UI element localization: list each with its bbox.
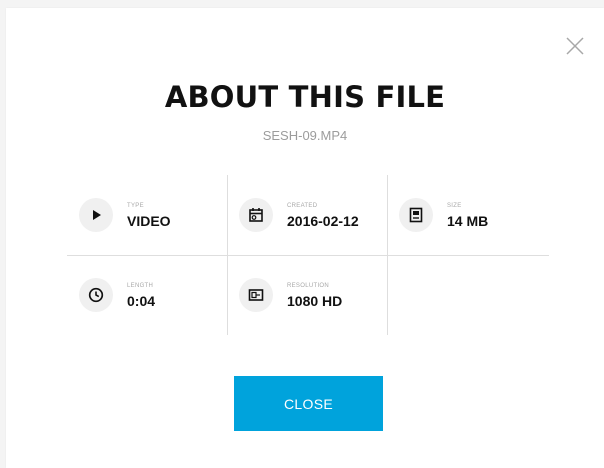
detail-value: 14 MB [447, 212, 489, 229]
file-details-grid: TYPE VIDEO CREATED 2016-02-12 SIZE 14 MB… [67, 175, 549, 335]
detail-value: VIDEO [127, 212, 171, 229]
detail-created: CREATED 2016-02-12 [227, 175, 387, 255]
detail-value: 1080 HD [287, 292, 343, 309]
storage-icon [399, 198, 433, 232]
dialog-title: ABOUT THIS FILE [164, 80, 446, 114]
detail-type: TYPE VIDEO [67, 175, 227, 255]
detail-value: 2016-02-12 [287, 212, 359, 229]
detail-label: CREATED [287, 202, 318, 209]
close-icon[interactable] [562, 33, 588, 59]
detail-size: SIZE 14 MB [387, 175, 547, 255]
detail-label: SIZE [447, 202, 462, 209]
clock-icon [79, 278, 113, 312]
calendar-icon [239, 198, 273, 232]
detail-resolution: RESOLUTION 1080 HD [227, 255, 387, 335]
close-button[interactable]: CLOSE [234, 376, 383, 431]
file-info-dialog: ABOUT THIS FILE SESH-09.MP4 TYPE VIDEO C… [6, 8, 604, 468]
detail-label: RESOLUTION [287, 282, 330, 289]
detail-label: TYPE [127, 202, 144, 209]
detail-value: 0:04 [127, 292, 156, 309]
detail-length: LENGTH 0:04 [67, 255, 227, 335]
play-icon [79, 198, 113, 232]
file-name: SESH-09.MP4 [262, 128, 348, 143]
resolution-icon [239, 278, 273, 312]
detail-label: LENGTH [127, 282, 154, 289]
